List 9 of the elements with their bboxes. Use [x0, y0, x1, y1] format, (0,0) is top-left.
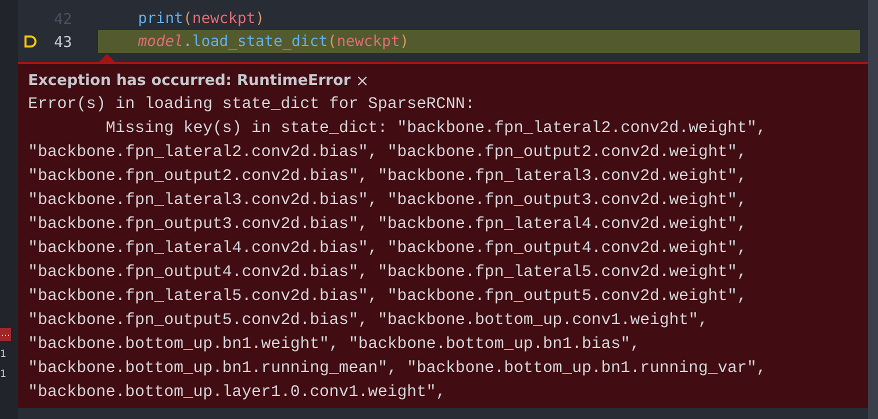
scrollbar[interactable] — [868, 0, 878, 419]
badge: … — [0, 328, 11, 341]
line-number: 43 — [54, 32, 72, 50]
exception-message: Error(s) in loading state_dict for SparseRCNN: Missing key(s) in state_dict: "backbone.fpn_lateral2.conv2d.weight", "backbone.fpn_lateral2.conv2d.bias", "backbone.fpn_output2.conv2d.weight", "backbone.fpn_output2.conv2d.bias", "backbone.fpn_lateral3.conv2d.weight", "backbone.fpn_lateral3.conv2d.bias", "backbone.fpn_output3.conv2d.weight", "backbone.fpn_output3.conv2d.bias", "backbone.fpn_lateral4.conv2d.weight", "backbone.fpn_lateral4.conv2d.bias", "backbone.fpn_output4.conv2d.weight", "backbone.fpn_output4.conv2d.bias", "backbone.fpn_lateral5.conv2d.weight", "backbone.fpn_lateral5.conv2d.bias", "backbone.fpn_output5.conv2d.weight", "backbone.fpn_output5.conv2d.bias", "backbone.bottom_up.conv1.weight", "backbone.bottom_up.bn1.weight", "backbone.bottom_up.bn1.bias", "backbone.bottom_up.bn1.running_mean", "backbone.bottom_up.bn1.running_var", "backbone.bottom_up.layer1.0.conv1.weight", — [28, 94, 768, 403]
count-label: 1 — [0, 349, 6, 361]
count-label: 1 — [0, 369, 6, 381]
exception-title: Exception has occurred: RuntimeError — [28, 71, 351, 89]
close-button[interactable]: × — [356, 70, 370, 90]
code-line: print(newckpt) — [137, 8, 266, 29]
